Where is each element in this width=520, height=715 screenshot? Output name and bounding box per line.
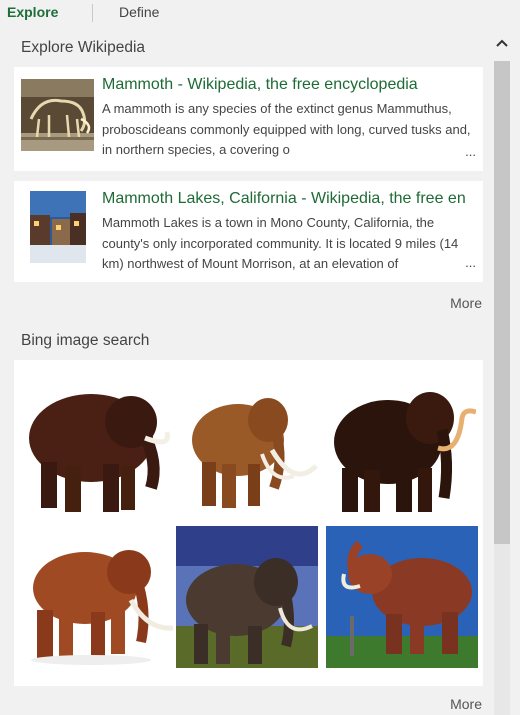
scrollbar-thumb[interactable]	[494, 61, 510, 544]
wikipedia-result-mammoth-lakes[interactable]: Mammoth Lakes, California - Wikipedia, t…	[14, 181, 483, 282]
scrollbar[interactable]	[491, 36, 513, 715]
tab-divider	[92, 4, 93, 22]
image-result[interactable]	[326, 526, 478, 668]
chevron-up-icon[interactable]	[495, 38, 509, 48]
tab-explore[interactable]: Explore	[7, 4, 58, 20]
wikipedia-result-mammoth[interactable]: Mammoth - Wikipedia, the free encycloped…	[14, 67, 483, 171]
result-title[interactable]: Mammoth - Wikipedia, the free encycloped…	[102, 76, 480, 94]
result-title[interactable]: Mammoth Lakes, California - Wikipedia, t…	[102, 190, 480, 208]
bing-more-link[interactable]: More	[450, 696, 482, 712]
image-gallery	[14, 360, 483, 686]
wikipedia-more-link[interactable]: More	[450, 295, 482, 311]
truncation-ellipsis: ...	[451, 144, 476, 159]
image-result[interactable]	[326, 372, 476, 522]
result-description: Mammoth Lakes is a town in Mono County, …	[102, 215, 459, 271]
mammoth-skeleton-thumbnail	[21, 79, 94, 151]
truncation-ellipsis: ...	[451, 255, 476, 270]
image-result[interactable]	[21, 372, 173, 522]
bing-image-search-heading: Bing image search	[21, 332, 150, 349]
tab-define[interactable]: Define	[119, 4, 159, 20]
mammoth-lakes-thumbnail	[30, 191, 86, 263]
image-result[interactable]	[21, 530, 173, 670]
result-description: A mammoth is any species of the extinct …	[102, 101, 471, 157]
scrollbar-track[interactable]	[494, 544, 510, 715]
image-result[interactable]	[176, 380, 324, 518]
image-result[interactable]	[176, 526, 318, 668]
tab-bar: Explore Define	[0, 0, 520, 26]
explore-wikipedia-heading: Explore Wikipedia	[21, 39, 146, 56]
